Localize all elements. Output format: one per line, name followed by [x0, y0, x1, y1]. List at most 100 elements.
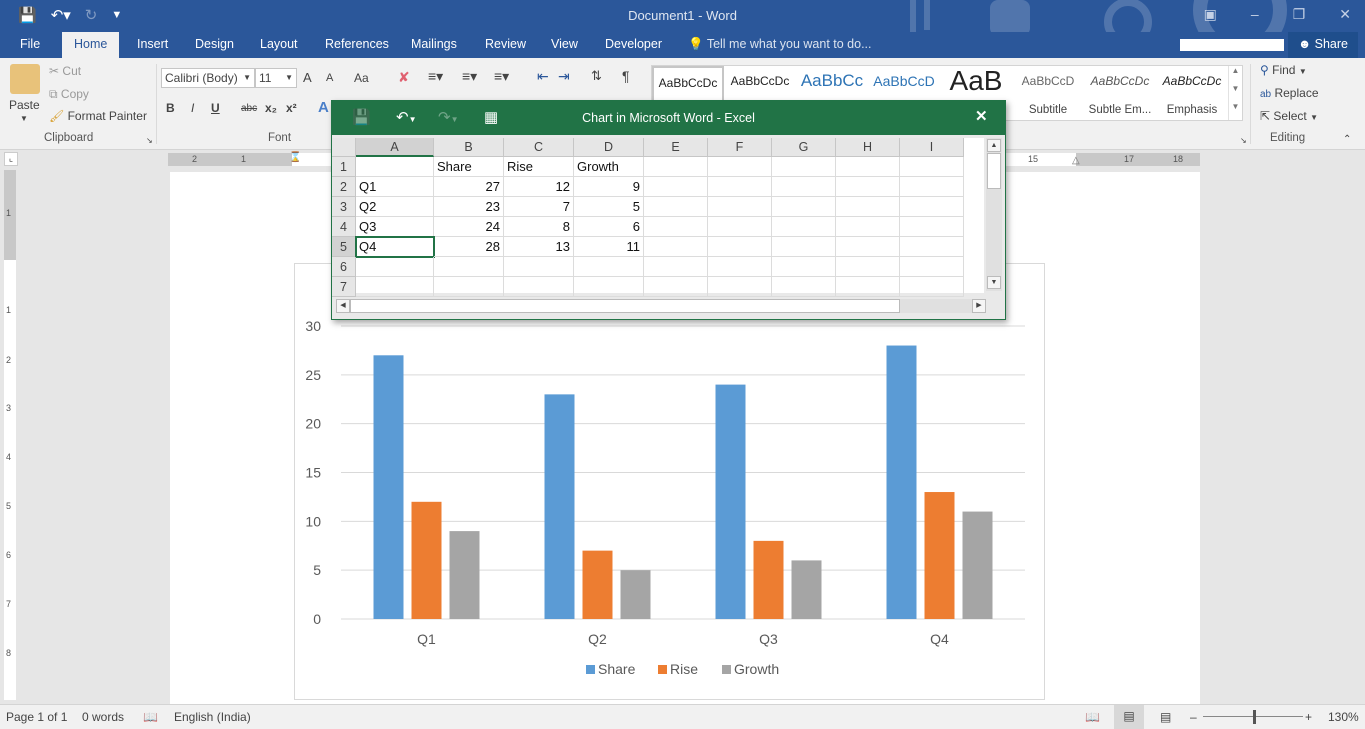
increase-indent-icon[interactable]: ⇥ — [558, 68, 570, 85]
minimize-button[interactable]: – — [1251, 6, 1259, 23]
restore-button[interactable]: ❐ — [1293, 6, 1306, 23]
cell[interactable] — [504, 257, 574, 277]
close-button[interactable]: ✕ — [1339, 6, 1351, 23]
account-name[interactable] — [1180, 39, 1284, 51]
style-subtitle[interactable]: AaBbCcD Subtitle — [1012, 66, 1084, 120]
cell[interactable] — [708, 237, 772, 257]
cell[interactable]: 11 — [574, 237, 644, 257]
cell[interactable]: Share — [434, 157, 504, 177]
scroll-thumb[interactable] — [987, 153, 1001, 189]
sort-icon[interactable]: ⇅ — [591, 68, 602, 84]
cell[interactable] — [708, 197, 772, 217]
column-header[interactable]: D — [574, 138, 644, 157]
share-button[interactable]: ☻ Share — [1288, 32, 1358, 58]
cell[interactable]: 7 — [504, 197, 574, 217]
row-header[interactable]: 7 — [332, 277, 356, 297]
cell[interactable] — [772, 197, 836, 217]
cell[interactable] — [574, 277, 644, 297]
cell[interactable]: Rise — [504, 157, 574, 177]
cut-button[interactable]: ✂ Cut — [49, 64, 81, 78]
clear-formatting-icon[interactable]: ✘ — [398, 69, 410, 86]
cell[interactable] — [708, 277, 772, 297]
cell[interactable] — [772, 157, 836, 177]
right-indent-icon[interactable]: △ — [1072, 155, 1080, 166]
show-formatting-icon[interactable]: ¶ — [622, 68, 630, 84]
cell[interactable] — [836, 157, 900, 177]
cell[interactable] — [708, 217, 772, 237]
clipboard-launcher-icon[interactable]: ↘ — [146, 136, 153, 145]
cell[interactable]: Q2 — [356, 197, 434, 217]
subscript-button[interactable]: x₂ — [265, 101, 277, 115]
find-button[interactable]: ⚲ Find ▼ — [1260, 63, 1307, 77]
column-header[interactable]: C — [504, 138, 574, 157]
cell[interactable] — [836, 197, 900, 217]
row-header[interactable]: 1 — [332, 157, 356, 177]
zoom-in-button[interactable]: + — [1305, 710, 1312, 724]
strikethrough-button[interactable]: abc — [241, 103, 257, 114]
tab-selector[interactable]: ⌞ — [4, 152, 18, 166]
tab-developer[interactable]: Developer — [593, 32, 674, 58]
paste-button[interactable]: Paste — [9, 98, 40, 112]
format-painter-button[interactable]: 🖌 Format Painter — [49, 109, 147, 123]
cell[interactable] — [644, 157, 708, 177]
page-count[interactable]: Page 1 of 1 — [6, 710, 67, 724]
cell[interactable]: 28 — [434, 237, 504, 257]
paste-dropdown-icon[interactable]: ▼ — [20, 114, 28, 123]
cell[interactable] — [356, 157, 434, 177]
vertical-ruler[interactable]: 1 1 2 3 4 5 6 7 8 — [4, 170, 16, 700]
cell[interactable] — [644, 237, 708, 257]
cell[interactable] — [644, 177, 708, 197]
cell[interactable] — [772, 177, 836, 197]
cell[interactable] — [836, 177, 900, 197]
vertical-scrollbar[interactable]: ▲ ▼ — [986, 138, 1002, 291]
scroll-thumb[interactable] — [350, 299, 900, 313]
column-header[interactable]: B — [434, 138, 504, 157]
multilevel-list-icon[interactable]: ≡▾ — [494, 68, 509, 85]
cell[interactable] — [836, 277, 900, 297]
column-header[interactable]: F — [708, 138, 772, 157]
superscript-button[interactable]: x² — [286, 101, 297, 115]
select-all-corner[interactable] — [332, 138, 356, 157]
style-subtle-emphasis[interactable]: AaBbCcDc Subtle Em... — [1084, 66, 1156, 120]
zoom-slider-thumb[interactable] — [1253, 710, 1256, 724]
cell[interactable]: 9 — [574, 177, 644, 197]
cell[interactable] — [900, 277, 964, 297]
scroll-up-icon[interactable]: ▲ — [987, 139, 1001, 152]
cell[interactable] — [900, 237, 964, 257]
tab-home[interactable]: Home — [62, 32, 120, 58]
tell-me-search[interactable]: 💡 Tell me what you want to do... — [688, 32, 872, 56]
tab-references[interactable]: References — [313, 32, 401, 58]
column-header[interactable]: I — [900, 138, 964, 157]
cell[interactable] — [644, 197, 708, 217]
tab-mailings[interactable]: Mailings — [399, 32, 469, 58]
cell[interactable] — [708, 257, 772, 277]
cell[interactable] — [900, 257, 964, 277]
column-header[interactable]: G — [772, 138, 836, 157]
tab-view[interactable]: View — [539, 32, 590, 58]
cell[interactable]: 13 — [504, 237, 574, 257]
cell[interactable] — [708, 177, 772, 197]
cell[interactable]: 8 — [504, 217, 574, 237]
cell[interactable]: 6 — [574, 217, 644, 237]
cell[interactable] — [434, 257, 504, 277]
row-header[interactable]: 5 — [332, 237, 356, 257]
language[interactable]: English (India) — [174, 710, 251, 724]
style-emphasis[interactable]: AaBbCcDc Emphasis — [1156, 66, 1228, 120]
change-case-button[interactable]: Aa — [354, 71, 369, 85]
replace-button[interactable]: ab Replace — [1260, 86, 1319, 100]
tab-layout[interactable]: Layout — [248, 32, 310, 58]
selected-cell[interactable]: Q4 — [355, 236, 435, 258]
cell[interactable] — [356, 277, 434, 297]
cell[interactable]: Q3 — [356, 217, 434, 237]
zoom-level[interactable]: 130% — [1328, 710, 1359, 724]
scroll-left-icon[interactable]: ◀ — [336, 299, 350, 313]
cell[interactable]: Q1 — [356, 177, 434, 197]
ribbon-display-icon[interactable]: ▣ — [1204, 6, 1217, 23]
select-button[interactable]: ⇱ Select ▼ — [1260, 109, 1318, 123]
font-size-combo[interactable]: 11 ▼ — [255, 68, 297, 88]
row-header[interactable]: 6 — [332, 257, 356, 277]
horizontal-scrollbar[interactable]: ◀ ▶ — [336, 299, 986, 313]
web-layout-icon[interactable]: ▤ — [1160, 710, 1171, 724]
copy-button[interactable]: ⧉ Copy — [49, 87, 89, 102]
proofing-icon[interactable]: 📖 — [143, 710, 158, 724]
